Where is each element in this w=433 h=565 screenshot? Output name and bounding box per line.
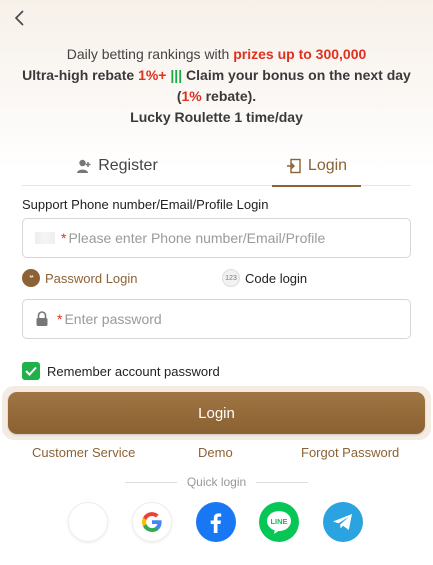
password-login-option[interactable]: ** Password Login — [22, 269, 138, 287]
tab-login[interactable]: Login — [272, 146, 361, 187]
support-label: Support Phone number/Email/Profile Login — [22, 197, 269, 212]
divider-line — [256, 481, 309, 483]
lock-icon — [35, 311, 49, 327]
promo-rebate-highlight: 1%+ — [138, 67, 167, 83]
tab-login-label: Login — [307, 157, 348, 174]
chevron-left-icon — [14, 10, 24, 26]
promo-banner: Daily betting rankings with prizes up to… — [0, 44, 433, 128]
password-mode-icon: ** — [22, 269, 40, 287]
facebook-login-button[interactable] — [196, 502, 236, 542]
code-mode-icon: 123 — [222, 269, 240, 287]
promo-separator: ||| — [170, 67, 183, 83]
quick-login-blank-button[interactable] — [68, 502, 108, 542]
check-icon — [25, 366, 37, 376]
password-input[interactable]: * Enter password — [22, 299, 411, 339]
tab-register[interactable]: Register — [22, 146, 212, 186]
promo-prize-highlight: prizes up to 300,000 — [233, 46, 367, 62]
remember-password[interactable]: Remember account password — [22, 362, 220, 380]
required-mark: * — [57, 311, 63, 327]
auth-tabs: Register Login — [22, 146, 411, 187]
promo-line-1: Daily betting rankings with prizes up to… — [66, 46, 367, 62]
quick-login-label: Quick login — [186, 475, 247, 489]
promo-line-2: Ultra-high rebate 1%+ ||| Claim your bon… — [22, 67, 411, 83]
google-icon — [141, 512, 162, 532]
remember-checkbox[interactable] — [22, 362, 40, 380]
forgot-password-link[interactable]: Forgot Password — [301, 445, 399, 460]
code-login-option[interactable]: 123 Code login — [222, 269, 307, 287]
login-button[interactable]: Login — [8, 392, 425, 434]
password-placeholder: Enter password — [64, 311, 162, 327]
google-login-button[interactable] — [132, 502, 172, 542]
tab-register-label: Register — [98, 157, 158, 174]
line-login-button[interactable]: LINE — [259, 502, 299, 542]
facebook-icon — [210, 513, 222, 533]
promo-line-3: (1% rebate). — [176, 88, 257, 104]
divider-line — [124, 481, 177, 483]
account-input[interactable]: * Please enter Phone number/Email/Profil… — [22, 218, 411, 258]
country-flag-icon[interactable] — [35, 232, 55, 244]
quick-login-divider: Quick login — [0, 475, 433, 489]
required-mark: * — [61, 230, 67, 246]
back-button[interactable] — [8, 6, 32, 30]
telegram-login-button[interactable] — [323, 502, 363, 542]
customer-service-link[interactable]: Customer Service — [32, 445, 135, 460]
demo-link[interactable]: Demo — [198, 445, 233, 460]
remember-label: Remember account password — [47, 363, 220, 379]
telegram-icon — [333, 514, 352, 530]
promo-line-4: Lucky Roulette 1 time/day — [130, 109, 303, 125]
line-icon-text: LINE — [270, 517, 287, 526]
login-door-icon — [286, 158, 302, 174]
line-icon: LINE — [267, 511, 291, 534]
add-user-icon — [76, 158, 92, 174]
account-placeholder: Please enter Phone number/Email/Profile — [68, 230, 326, 246]
